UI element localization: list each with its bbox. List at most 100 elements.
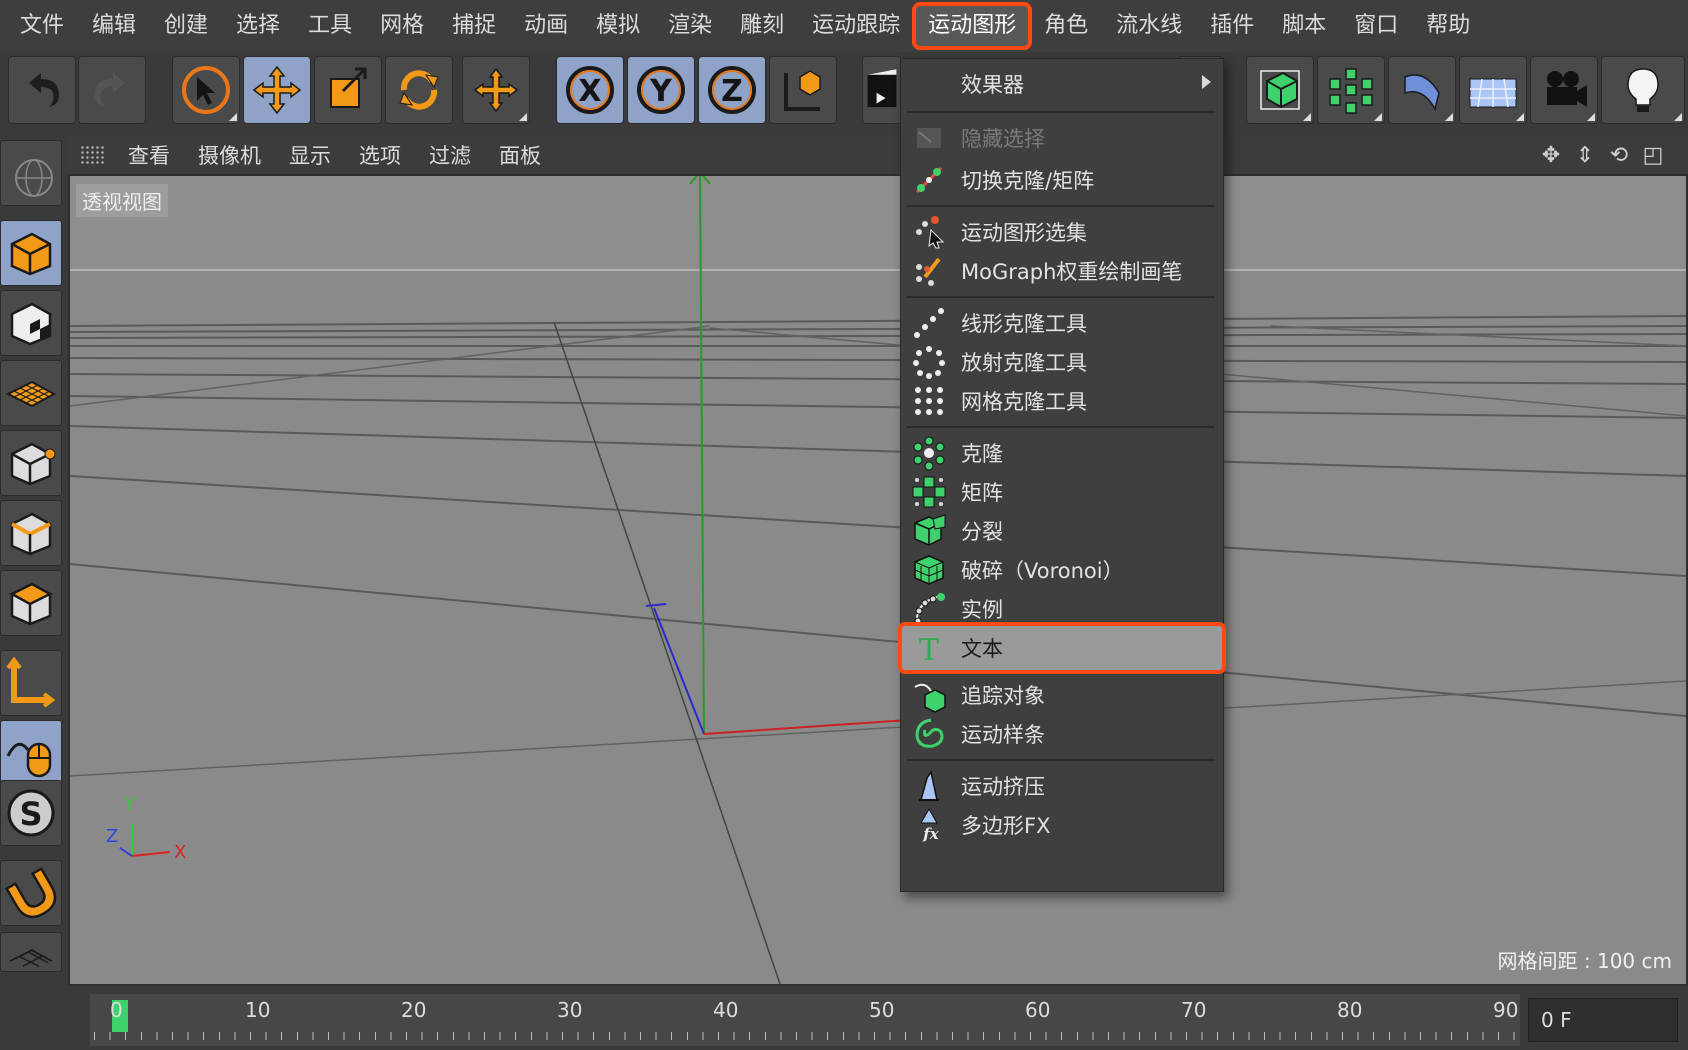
radial-clone-icon bbox=[909, 342, 949, 382]
menu-file[interactable]: 文件 bbox=[6, 4, 78, 48]
menu-character[interactable]: 角色 bbox=[1030, 4, 1102, 48]
panel-grip-icon[interactable] bbox=[80, 145, 104, 165]
menu-item-effector[interactable]: 效果器 bbox=[901, 63, 1223, 105]
point-mode-button[interactable] bbox=[0, 430, 62, 496]
menu-window[interactable]: 窗口 bbox=[1340, 4, 1412, 48]
menu-render[interactable]: 渲染 bbox=[654, 4, 726, 48]
transform-tool-button[interactable] bbox=[462, 56, 530, 124]
dolly-icon[interactable]: ⇕ bbox=[1570, 140, 1600, 170]
menu-item-label: 运动挤压 bbox=[961, 775, 1045, 799]
menu-script[interactable]: 脚本 bbox=[1268, 4, 1340, 48]
menu-item-linear-clone-tool[interactable]: 线形克隆工具 bbox=[901, 302, 1223, 344]
svg-text:X: X bbox=[578, 74, 601, 109]
menu-item-grid-clone-tool[interactable]: 网格克隆工具 bbox=[901, 380, 1223, 422]
timeline: 0 10 20 30 40 50 60 70 80 90 0 F bbox=[68, 990, 1688, 1050]
menu-item-mograph-selection[interactable]: 运动图形选集 bbox=[901, 211, 1223, 253]
menu-item-instance[interactable]: 实例 bbox=[901, 588, 1223, 630]
workplane-grid-button[interactable] bbox=[0, 932, 62, 972]
menu-item-mospline[interactable]: 运动样条 bbox=[901, 713, 1223, 755]
viewport-solo-button[interactable] bbox=[0, 140, 62, 206]
viewport-menu-cameras[interactable]: 摄像机 bbox=[184, 140, 275, 170]
menu-mesh[interactable]: 网格 bbox=[366, 4, 438, 48]
workplane-mode-button[interactable] bbox=[0, 360, 62, 426]
viewport-menu-display[interactable]: 显示 bbox=[275, 140, 345, 170]
y-axis-lock-button[interactable]: Y bbox=[627, 56, 695, 124]
render-view-button[interactable] bbox=[862, 56, 902, 124]
mograph-dropdown-menu: 效果器 隐藏选择 切换克隆/矩阵 运动图形选集 MoGraph权重绘制画笔 线形… bbox=[898, 58, 1226, 892]
menu-pipeline[interactable]: 流水线 bbox=[1102, 4, 1196, 48]
menu-snap[interactable]: 捕捉 bbox=[438, 4, 510, 48]
viewport-menu-filter[interactable]: 过滤 bbox=[415, 140, 485, 170]
scale-tool-button[interactable] bbox=[314, 56, 382, 124]
menu-tools[interactable]: 工具 bbox=[294, 4, 366, 48]
tick-label: 50 bbox=[869, 998, 895, 1022]
maximize-view-icon[interactable]: ◰ bbox=[1638, 140, 1668, 170]
menu-plugins[interactable]: 插件 bbox=[1196, 4, 1268, 48]
axis-corner-icon bbox=[6, 656, 56, 708]
live-selection-button[interactable] bbox=[172, 56, 240, 124]
undo-button[interactable] bbox=[8, 56, 76, 124]
menu-item-radial-clone-tool[interactable]: 放射克隆工具 bbox=[901, 341, 1223, 383]
tick-label: 60 bbox=[1025, 998, 1051, 1022]
menu-item-label: 分裂 bbox=[961, 520, 1003, 544]
menu-simulate[interactable]: 模拟 bbox=[582, 4, 654, 48]
mesh-grid-icon bbox=[9, 949, 53, 968]
light-button[interactable] bbox=[1601, 56, 1685, 124]
floor-button[interactable] bbox=[1459, 56, 1527, 124]
menu-help[interactable]: 帮助 bbox=[1412, 4, 1484, 48]
deformer-button[interactable] bbox=[1388, 56, 1456, 124]
menu-item-tracer[interactable]: 追踪对象 bbox=[901, 674, 1223, 716]
menu-select[interactable]: 选择 bbox=[222, 4, 294, 48]
generator-cube-button[interactable] bbox=[1246, 56, 1314, 124]
menu-item-toggle-clone-matrix[interactable]: 切换克隆/矩阵 bbox=[901, 159, 1223, 201]
menu-item-text[interactable]: T 文本 bbox=[898, 622, 1226, 674]
redo-button[interactable] bbox=[78, 56, 146, 124]
magnet-button[interactable] bbox=[0, 860, 62, 926]
pan-icon[interactable]: ✥ bbox=[1536, 140, 1566, 170]
menu-item-polyfx[interactable]: fx 多边形FX bbox=[901, 804, 1223, 846]
menu-item-matrix[interactable]: 矩阵 bbox=[901, 471, 1223, 513]
sphere-grid-icon bbox=[15, 159, 53, 197]
z-axis-lock-button[interactable]: Z bbox=[698, 56, 766, 124]
snap-toggle-button[interactable]: S bbox=[0, 780, 62, 846]
edge-mode-button[interactable] bbox=[0, 500, 62, 566]
polygon-cube-icon bbox=[9, 582, 53, 626]
camera-button[interactable] bbox=[1530, 56, 1598, 124]
menu-create[interactable]: 创建 bbox=[150, 4, 222, 48]
model-mode-button[interactable] bbox=[0, 220, 62, 286]
menu-sculpt[interactable]: 雕刻 bbox=[726, 4, 798, 48]
current-frame-field[interactable]: 0 F bbox=[1528, 998, 1678, 1042]
fracture-icon bbox=[909, 511, 949, 551]
menu-item-label: 文本 bbox=[961, 637, 1003, 661]
menu-item-moextrude[interactable]: 运动挤压 bbox=[901, 765, 1223, 807]
y-axis-icon: Y bbox=[637, 66, 685, 114]
rotate-tool-button[interactable] bbox=[385, 56, 453, 124]
viewport-menu-options[interactable]: 选项 bbox=[345, 140, 415, 170]
menu-item-cloner[interactable]: 克隆 bbox=[901, 432, 1223, 474]
menu-item-label: 多边形FX bbox=[961, 814, 1051, 838]
perspective-viewport[interactable]: 透视视图 Y Z X 网格间距 : 100 cm bbox=[68, 174, 1688, 986]
timeline-ruler[interactable]: 0 10 20 30 40 50 60 70 80 90 bbox=[90, 994, 1520, 1046]
menu-item-label: 破碎（Voronoi） bbox=[961, 559, 1124, 583]
menu-item-voronoi-fracture[interactable]: 破碎（Voronoi） bbox=[901, 549, 1223, 591]
texture-mode-button[interactable] bbox=[0, 290, 62, 356]
menu-animate[interactable]: 动画 bbox=[510, 4, 582, 48]
coordinate-system-button[interactable] bbox=[769, 56, 837, 124]
menu-item-fracture[interactable]: 分裂 bbox=[901, 510, 1223, 552]
z-axis-icon: Z bbox=[708, 66, 756, 114]
menu-edit[interactable]: 编辑 bbox=[78, 4, 150, 48]
move-tool-button[interactable] bbox=[243, 56, 311, 124]
viewport-menu-panel[interactable]: 面板 bbox=[485, 140, 555, 170]
polygon-mode-button[interactable] bbox=[0, 570, 62, 636]
viewport-menu-view[interactable]: 查看 bbox=[114, 140, 184, 170]
x-axis-lock-button[interactable]: X bbox=[556, 56, 624, 124]
gizmo-x-label: X bbox=[174, 842, 187, 863]
menu-motion-tracking[interactable]: 运动跟踪 bbox=[798, 4, 914, 48]
orbit-icon[interactable]: ⟲ bbox=[1604, 140, 1634, 170]
menu-item-weight-paint-brush[interactable]: MoGraph权重绘制画笔 bbox=[901, 250, 1223, 292]
menu-mograph[interactable]: 运动图形 bbox=[912, 2, 1033, 50]
mograph-cloner-button[interactable] bbox=[1317, 56, 1385, 124]
tweak-mode-button[interactable] bbox=[0, 720, 62, 786]
checker-cube-icon bbox=[10, 302, 52, 346]
axis-mode-button[interactable] bbox=[0, 650, 62, 716]
